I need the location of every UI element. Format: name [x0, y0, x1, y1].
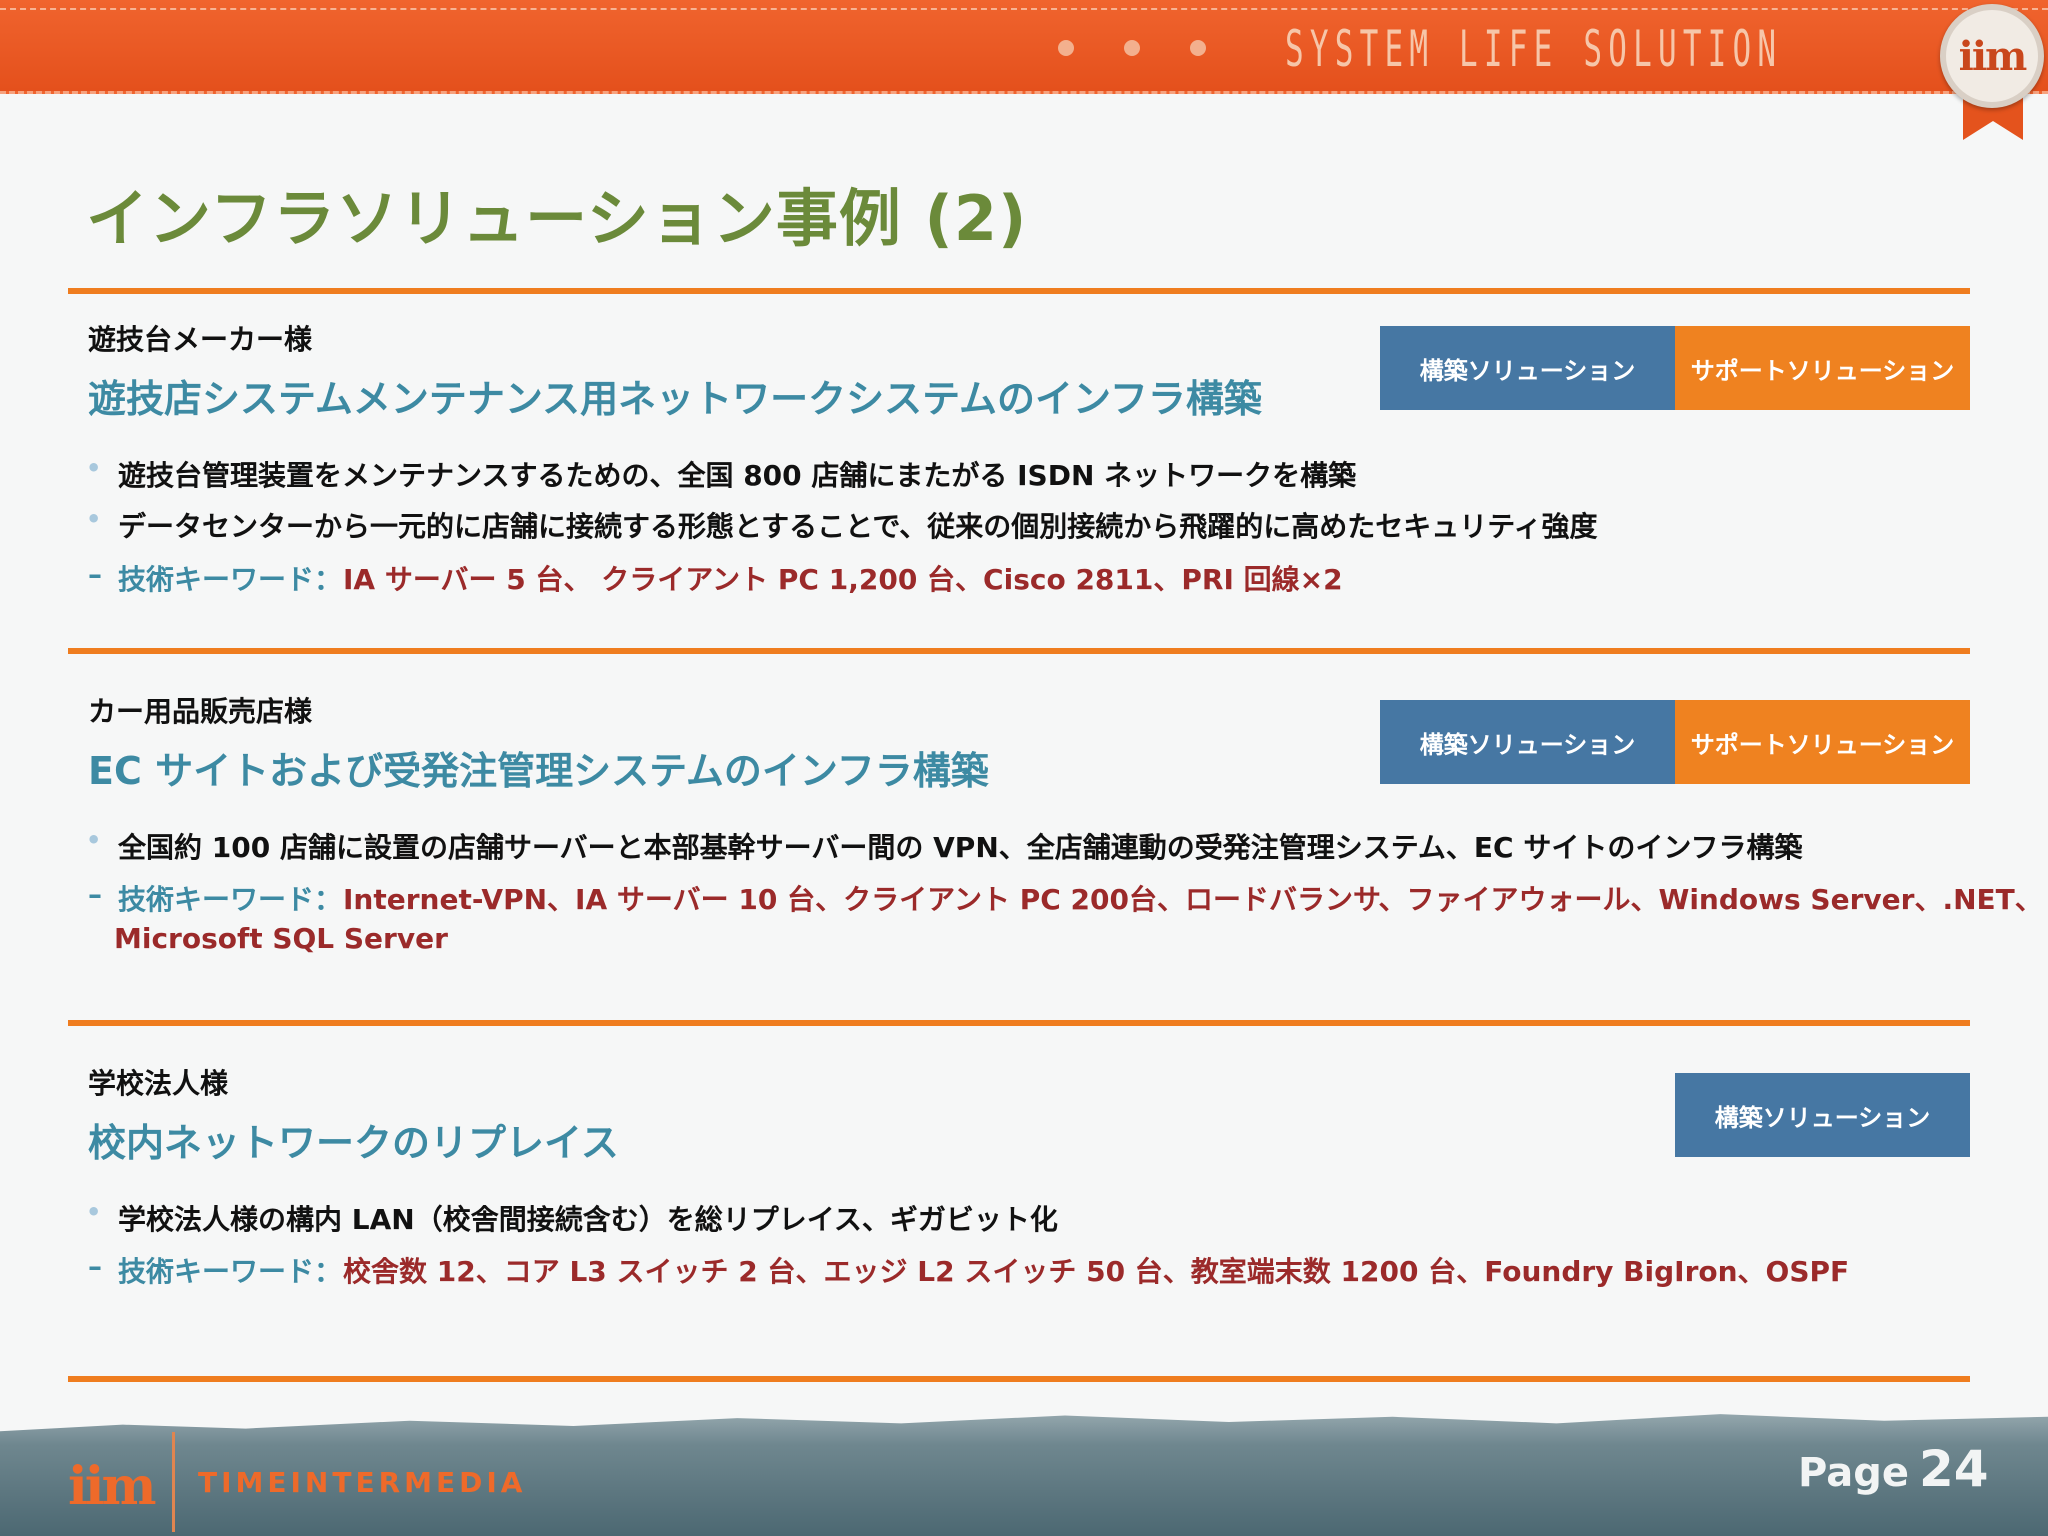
- keyword-label: 技術キーワード：: [118, 883, 343, 916]
- seal-logo-text: iim: [1958, 32, 2028, 80]
- header-dot: [1190, 40, 1206, 56]
- badge-build-solution: 構築ソリューション: [1380, 326, 1675, 410]
- dash-icon: –: [88, 1250, 102, 1283]
- bullet-dot-icon: •: [86, 454, 102, 482]
- keyword-value: Internet-VPN、IA サーバー 10 台、クライアント PC 200台…: [343, 883, 2043, 916]
- bullet-text: 遊技台管理装置をメンテナンスするための、全国 800 店舗にまたがる ISDN …: [118, 459, 1357, 492]
- company-name: TIMEINTERMEDIA: [198, 1466, 527, 1499]
- bullet-text: データセンターから一元的に店舗に接続する形態とすることで、従来の個別接続から飛躍…: [118, 510, 1598, 543]
- header-dots: [1058, 40, 1206, 56]
- footer-divider: [172, 1432, 175, 1532]
- bullet-text: 学校法人様の構内 LAN（校舎間接続含む）を総リプレイス、ギガビット化: [118, 1203, 1058, 1236]
- header-band: SYSTEM LIFE SOLUTION: [0, 0, 2048, 94]
- badge-support-solution: サポートソリューション: [1675, 700, 1970, 784]
- page-value: 24: [1919, 1440, 1989, 1498]
- company-logo: iim: [68, 1456, 157, 1517]
- bullet-dot-icon: •: [86, 826, 102, 854]
- badge-build-solution: 構築ソリューション: [1675, 1073, 1970, 1157]
- keyword-value: 校舎数 12、コア L3 スイッチ 2 台、エッジ L2 スイッチ 50 台、教…: [343, 1255, 1850, 1288]
- case-subtitle: 遊技店システムメンテナンス用ネットワークシステムのインフラ構築: [88, 377, 1262, 421]
- dash-icon: –: [88, 558, 102, 591]
- seal-logo: iim: [1940, 4, 2044, 108]
- client-name: 遊技台メーカー様: [88, 323, 313, 356]
- page-label: Page: [1798, 1450, 1909, 1496]
- header-tagline: SYSTEM LIFE SOLUTION: [1285, 20, 1783, 78]
- keyword-value-continued: Microsoft SQL Server: [114, 922, 448, 955]
- case-subtitle: 校内ネットワークのリプレイス: [88, 1121, 619, 1165]
- header-dot: [1124, 40, 1140, 56]
- bullet-dot-icon: •: [86, 505, 102, 533]
- keyword-label: 技術キーワード：: [118, 1255, 343, 1288]
- page-number: Page 24: [1798, 1440, 1989, 1498]
- badge-support-solution: サポートソリューション: [1675, 326, 1970, 410]
- header-dot: [1058, 40, 1074, 56]
- client-name: カー用品販売店様: [88, 695, 313, 728]
- section-divider: [68, 648, 1970, 654]
- badge-build-solution: 構築ソリューション: [1380, 700, 1675, 784]
- page-title: インフラソリューション事例 (2): [86, 182, 1028, 255]
- seal-badge: iim: [1938, 0, 2048, 145]
- case-subtitle: EC サイトおよび受発注管理システムのインフラ構築: [88, 749, 989, 793]
- bullet-dot-icon: •: [86, 1198, 102, 1226]
- section-divider: [68, 1376, 1970, 1382]
- keyword-value: IA サーバー 5 台、 クライアント PC 1,200 台、Cisco 281…: [343, 563, 1343, 596]
- section-divider: [68, 288, 1970, 294]
- dash-icon: –: [88, 878, 102, 911]
- client-name: 学校法人様: [88, 1067, 229, 1100]
- keyword-label: 技術キーワード：: [118, 563, 343, 596]
- section-divider: [68, 1020, 1970, 1026]
- bullet-text: 全国約 100 店舗に設置の店舗サーバーと本部基幹サーバー間の VPN、全店舗連…: [118, 831, 1803, 864]
